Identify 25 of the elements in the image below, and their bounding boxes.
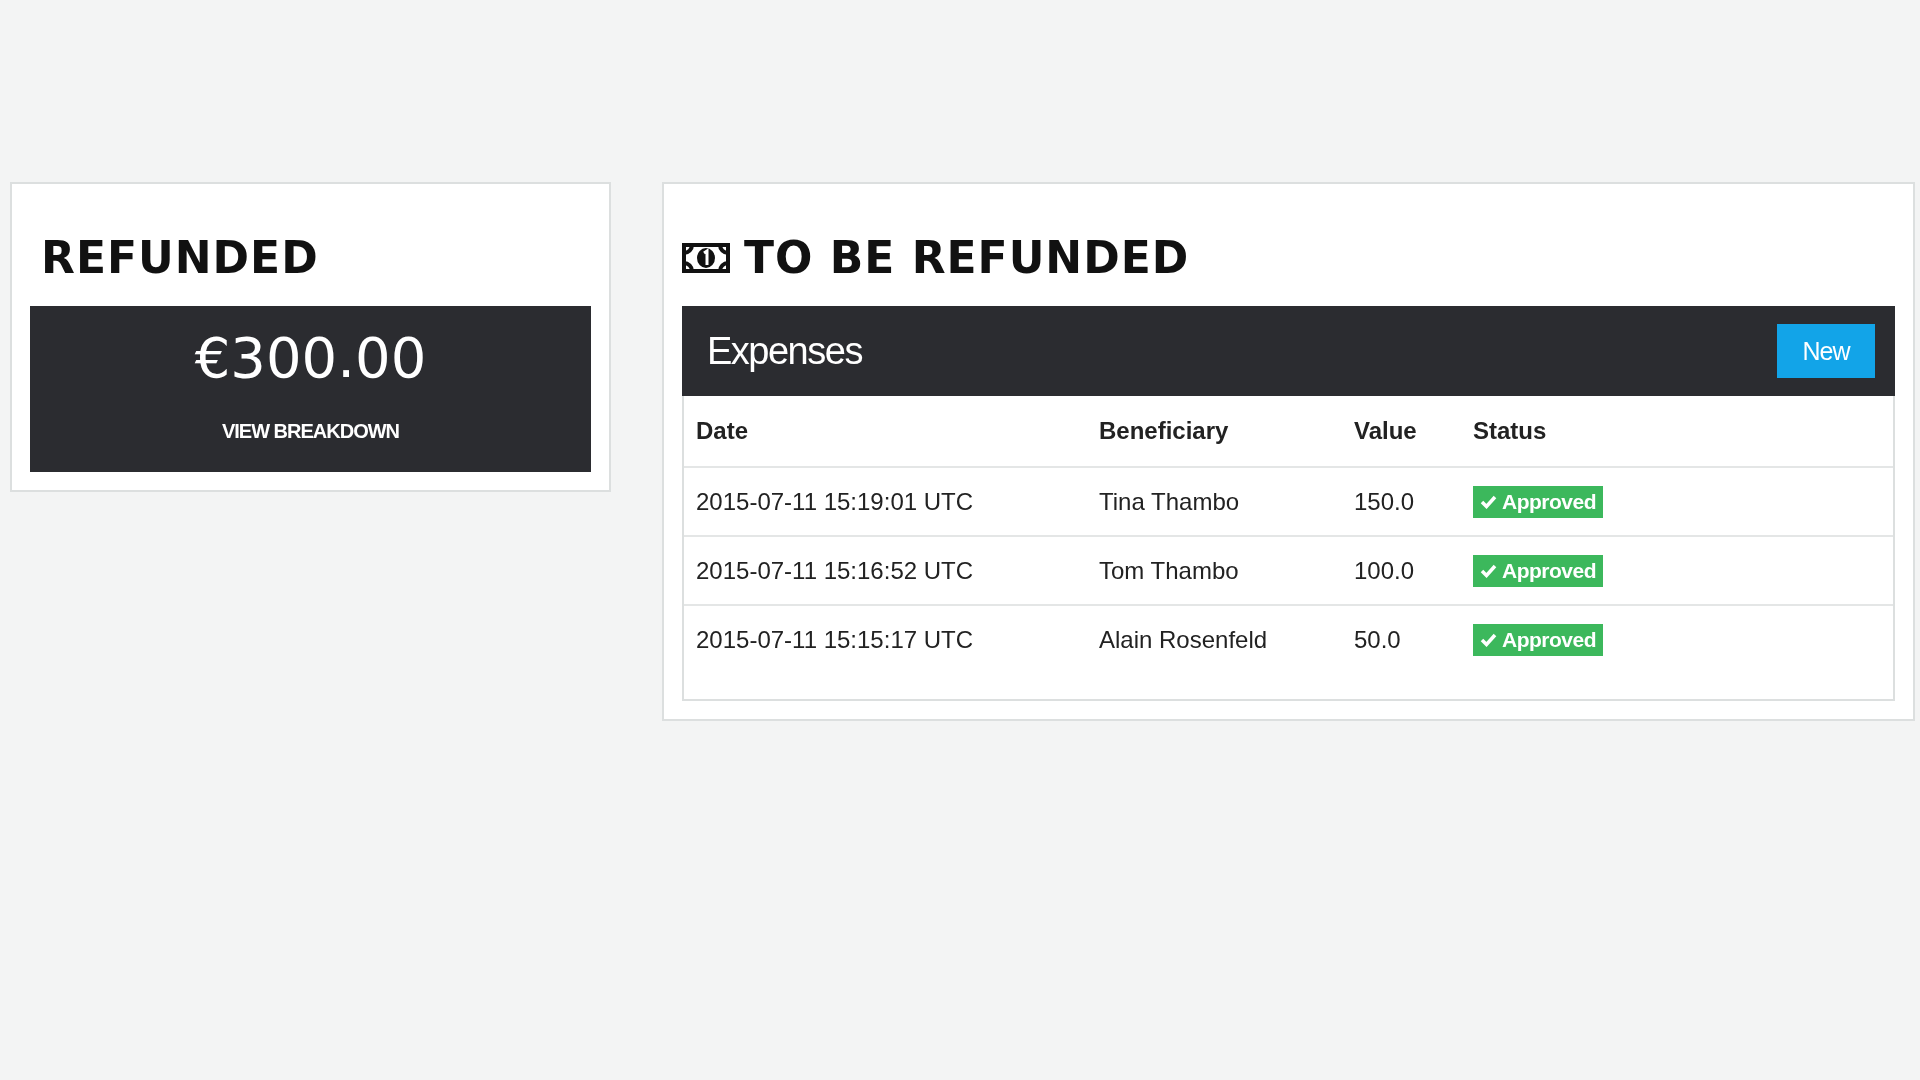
view-breakdown-link[interactable]: VIEW BREAKDOWN — [221, 420, 400, 443]
table-cell: Tina Thambo — [1087, 467, 1342, 536]
status-badge: Approved — [1473, 554, 1603, 587]
table-cell: 150.0 — [1342, 467, 1461, 536]
card-title: REFUNDED — [40, 231, 320, 285]
check-icon — [1480, 494, 1497, 509]
table-cell: 50.0 — [1342, 605, 1461, 673]
banknote-icon — [682, 243, 730, 273]
column-header: Value — [1342, 396, 1461, 467]
status-badge: Approved — [1473, 623, 1603, 656]
refunded-amount: €300.00 — [194, 330, 427, 386]
table-cell: Tom Thambo — [1087, 536, 1342, 605]
card-title: TO BE REFUNDED — [744, 236, 1190, 280]
status-badge: Approved — [1473, 485, 1603, 518]
table-cell: 2015-07-11 15:15:17 UTC — [684, 605, 1087, 673]
table-cell: 2015-07-11 15:19:01 UTC — [684, 467, 1087, 536]
column-header: Beneficiary — [1087, 396, 1342, 467]
table-cell: 2015-07-11 15:16:52 UTC — [684, 536, 1087, 605]
check-icon — [1480, 563, 1497, 578]
column-header: Date — [684, 396, 1087, 467]
column-header: Status — [1461, 396, 1893, 467]
table-cell: 100.0 — [1342, 536, 1461, 605]
panel-title: Expenses — [707, 329, 862, 373]
table-cell: Alain Rosenfeld — [1087, 605, 1342, 673]
check-icon — [1480, 632, 1497, 647]
